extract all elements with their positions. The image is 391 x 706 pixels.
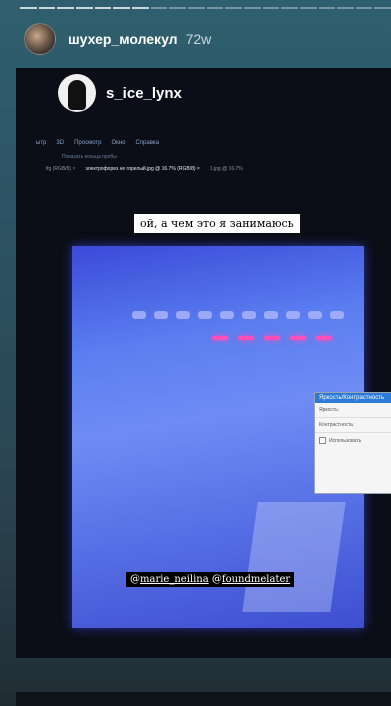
gel-bands — [212, 336, 332, 340]
mention-link[interactable]: marie_neilina — [140, 574, 209, 585]
reposted-story-header: s_ice_lynx — [58, 74, 182, 112]
document-tab: ifg (RGB/8) × — [46, 166, 76, 172]
brightness-contrast-dialog: Яркость/Контрастность Яркость: Контрастн… — [314, 392, 391, 494]
dna-band — [290, 336, 306, 340]
progress-segment — [38, 7, 56, 9]
progress-segment — [374, 7, 391, 9]
photoshop-options-bar: Показать кольца пробы — [62, 154, 117, 160]
reposted-user-avatar[interactable] — [58, 74, 96, 112]
story-timestamp: 72w — [185, 31, 212, 47]
story-username[interactable]: шухер_молекул — [68, 31, 178, 47]
menu-item: Справка — [135, 140, 159, 146]
brightness-label: Яркость: — [315, 403, 391, 418]
gel-well — [154, 311, 168, 319]
story-mentions: @marie_neilina @foundmelater — [126, 572, 295, 587]
progress-segment — [355, 7, 373, 9]
gel-well — [242, 311, 256, 319]
photoshop-menubar: ытр 3D Просмотр Окно Справка — [36, 140, 159, 146]
menu-item: Окно — [111, 140, 126, 146]
progress-segment — [131, 7, 149, 9]
mention-prefix: @ — [208, 574, 222, 585]
progress-segment — [187, 7, 205, 9]
photo-glare — [242, 502, 346, 612]
dialog-title: Яркость/Контрастность — [315, 393, 391, 403]
progress-segment — [206, 7, 224, 9]
progress-segment — [262, 7, 280, 9]
gel-well — [330, 311, 344, 319]
dna-band — [264, 336, 280, 340]
gel-well — [176, 311, 190, 319]
progress-segment — [57, 7, 74, 9]
progress-segment — [243, 7, 261, 9]
progress-segment — [281, 7, 298, 9]
progress-segment — [94, 7, 112, 9]
contrast-label: Контрастность: — [315, 418, 391, 433]
story-bottom-bar — [16, 692, 391, 706]
document-tab-active: электрофорез не горелый.jpg @ 16.7% (RGB… — [85, 166, 200, 172]
dna-band — [238, 336, 254, 340]
gel-well — [286, 311, 300, 319]
use-checkbox-row: Использовать — [315, 433, 391, 448]
use-label: Использовать — [329, 437, 362, 444]
progress-segment — [225, 7, 242, 9]
story-media[interactable]: s_ice_lynx ытр 3D Просмотр Окно Справка … — [16, 68, 391, 658]
gel-well — [132, 311, 146, 319]
dna-band — [212, 336, 228, 340]
progress-segment — [150, 7, 168, 9]
use-checkbox — [319, 437, 326, 444]
menu-item: Просмотр — [74, 140, 102, 146]
gel-well — [264, 311, 278, 319]
gel-well — [220, 311, 234, 319]
gel-wells — [132, 311, 344, 319]
photoshop-document-tabs: ifg (RGB/8) × электрофорез не горелый.jp… — [46, 166, 243, 172]
progress-segment — [299, 7, 317, 9]
progress-segment — [318, 7, 336, 9]
progress-segment — [113, 7, 130, 9]
gel-well — [308, 311, 322, 319]
story-caption-top: ой, а чем это я занимаюсь — [134, 214, 300, 233]
story-progress-bar — [20, 7, 391, 9]
progress-segment — [20, 7, 37, 9]
dna-band — [316, 336, 332, 340]
progress-segment — [169, 7, 186, 9]
reposted-username[interactable]: s_ice_lynx — [106, 85, 182, 102]
user-avatar[interactable] — [24, 23, 56, 55]
menu-item: ытр — [36, 140, 47, 146]
mention-link[interactable]: foundmelater — [222, 574, 290, 585]
gel-well — [198, 311, 212, 319]
story-header: шухер_молекул 72w — [24, 23, 212, 55]
progress-segment — [337, 7, 354, 9]
document-tab: 1.jpg @ 16.7% — [209, 166, 243, 172]
progress-segment — [75, 7, 93, 9]
mention-prefix: @ — [130, 574, 140, 585]
menu-item: 3D — [56, 140, 65, 146]
